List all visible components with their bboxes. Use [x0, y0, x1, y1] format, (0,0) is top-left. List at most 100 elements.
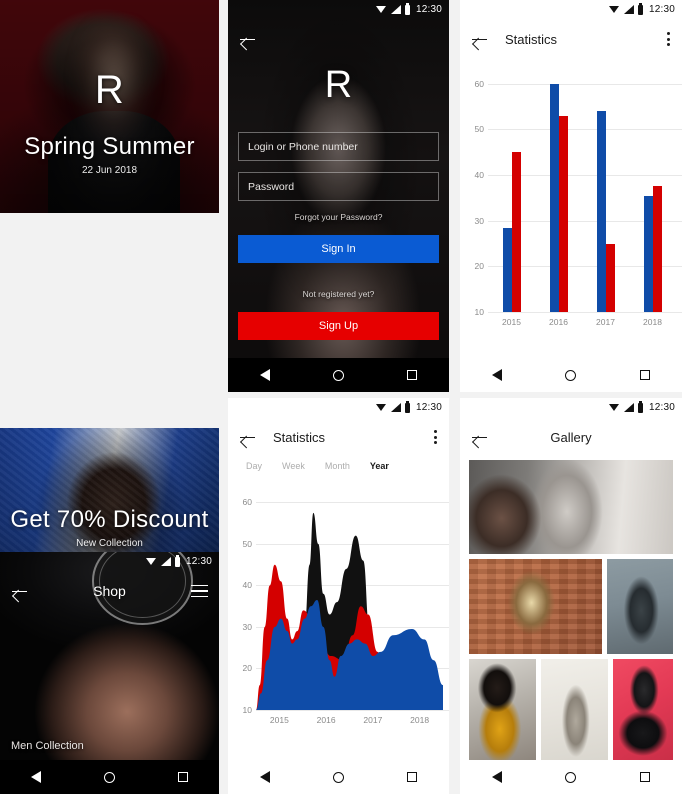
- tab-month[interactable]: Month: [315, 458, 360, 474]
- sign-in-button[interactable]: Sign In: [238, 235, 439, 263]
- app-bar-shop: Shop: [0, 571, 219, 611]
- status-time: 12:30: [185, 556, 212, 567]
- bar-blue-2017: [596, 111, 606, 312]
- back-arrow-icon[interactable]: [239, 31, 256, 48]
- signal-icon: [623, 5, 634, 14]
- wifi-icon: [608, 403, 620, 412]
- gallery-photo[interactable]: [469, 559, 602, 654]
- bar-red-2018: [652, 186, 662, 312]
- bar-red-2016: [558, 115, 568, 312]
- android-nav-bar: [460, 760, 682, 794]
- screenshot-board: R Spring Summer 22 Jun 2018 Get 70% Disc…: [0, 0, 682, 794]
- status-bar: 12:30: [228, 398, 449, 417]
- page-title: Statistics: [505, 31, 558, 47]
- page-title: Statistics: [273, 429, 326, 445]
- status-time: 12:30: [415, 402, 442, 413]
- grid-line: [256, 710, 449, 711]
- banner-subtitle: New Collection: [76, 538, 143, 549]
- status-time: 12:30: [648, 402, 675, 413]
- bar-red-2015: [511, 152, 521, 312]
- gallery-photo[interactable]: [607, 559, 673, 654]
- tab-week[interactable]: Week: [272, 458, 315, 474]
- nav-back-icon[interactable]: [31, 771, 42, 783]
- bar-chart-plot: 10 20 30 40 50 60 2015 2016 2017 2018: [460, 70, 682, 332]
- area-series-svg: [256, 512, 443, 710]
- nav-recents-icon[interactable]: [407, 772, 418, 782]
- back-arrow-icon[interactable]: [471, 31, 488, 48]
- range-tab-bar: Day Week Month Year: [236, 458, 399, 474]
- y-axis-tick-label: 20: [474, 261, 484, 272]
- android-nav-bar: [228, 358, 449, 392]
- nav-recents-icon[interactable]: [177, 772, 188, 782]
- nav-back-icon[interactable]: [259, 771, 270, 783]
- password-input-placeholder: Password: [248, 180, 295, 193]
- wifi-icon: [375, 5, 387, 14]
- bar-red-2017: [605, 243, 615, 312]
- bar-blue-2016: [549, 83, 559, 312]
- bar-blue-2018: [643, 195, 653, 312]
- y-axis-tick-label: 20: [242, 663, 252, 674]
- gallery-photo[interactable]: [469, 659, 536, 762]
- wifi-icon: [608, 5, 620, 14]
- gallery-row: [469, 659, 673, 762]
- page-title: Gallery: [550, 429, 592, 445]
- grid-line: [488, 129, 682, 131]
- y-axis-tick-label: 10: [242, 705, 252, 715]
- nav-home-icon[interactable]: [565, 771, 577, 783]
- y-axis-tick-label: 10: [474, 307, 484, 317]
- screen-login: 12:30 R Login or Phone number Password F…: [228, 0, 449, 392]
- banner-caption-discount: Get 70% Discount New Collection: [0, 506, 219, 549]
- gallery-photo[interactable]: [541, 659, 608, 762]
- overflow-menu-icon[interactable]: [434, 429, 438, 445]
- y-axis-tick-label: 50: [242, 538, 252, 549]
- nav-home-icon[interactable]: [332, 771, 344, 783]
- battery-icon: [404, 2, 410, 15]
- x-axis-tick-label: 2017: [596, 317, 615, 327]
- gallery-photo[interactable]: [613, 659, 673, 762]
- y-axis-tick-label: 50: [474, 124, 484, 135]
- nav-home-icon[interactable]: [332, 369, 344, 381]
- y-axis-tick-label: 60: [474, 78, 484, 89]
- battery-icon: [637, 400, 643, 413]
- screen-statistics-bar: 12:30 Statistics 10 20 30 40 50 60 2015 2016 201…: [460, 0, 682, 392]
- screen-statistics-area: 12:30 Statistics Day Week Month Year 10 20 30…: [228, 398, 449, 794]
- nav-back-icon[interactable]: [491, 771, 502, 783]
- tab-year[interactable]: Year: [360, 458, 399, 474]
- nav-recents-icon[interactable]: [640, 370, 651, 380]
- overflow-menu-icon[interactable]: [667, 31, 671, 47]
- area-chart-plot: 10 20 30 40 50 60 2015 2016 2017 2018: [228, 490, 449, 730]
- y-axis-tick-label: 60: [242, 497, 252, 508]
- gallery-row: [469, 559, 673, 654]
- gallery-photo[interactable]: [469, 460, 673, 554]
- signal-icon: [160, 557, 171, 566]
- app-bar-login: [228, 19, 449, 59]
- bar-blue-2015: [502, 227, 512, 312]
- nav-home-icon[interactable]: [565, 369, 577, 381]
- x-axis-tick-label: 2015: [502, 317, 521, 327]
- status-bar: 12:30: [460, 0, 682, 19]
- x-axis-tick-label: 2016: [316, 715, 336, 725]
- nav-home-icon[interactable]: [103, 771, 115, 783]
- login-input[interactable]: Login or Phone number: [238, 132, 439, 161]
- password-input[interactable]: Password: [238, 172, 439, 201]
- not-registered-label: Not registered yet?: [302, 289, 375, 299]
- tab-day[interactable]: Day: [236, 458, 272, 474]
- banner-card-spring-summer[interactable]: R Spring Summer 22 Jun 2018: [0, 0, 219, 213]
- back-arrow-icon[interactable]: [471, 429, 488, 446]
- app-bar-statistics: Statistics: [228, 417, 449, 457]
- nav-recents-icon[interactable]: [640, 772, 651, 782]
- status-bar: 12:30: [460, 398, 682, 417]
- grid-line: [488, 83, 682, 85]
- nav-back-icon[interactable]: [491, 369, 502, 381]
- gallery-row: [469, 460, 673, 554]
- back-arrow-icon[interactable]: [11, 583, 28, 600]
- banner-subtitle: 22 Jun 2018: [81, 165, 138, 176]
- hamburger-menu-icon[interactable]: [191, 584, 208, 598]
- back-arrow-icon[interactable]: [239, 429, 256, 446]
- y-axis-tick-label: 40: [242, 580, 252, 591]
- forgot-password-link[interactable]: Forgot your Password?: [238, 212, 439, 222]
- banner-logo-wrap: R: [0, 70, 219, 110]
- sign-up-button[interactable]: Sign Up: [238, 312, 439, 340]
- nav-back-icon[interactable]: [259, 369, 270, 381]
- nav-recents-icon[interactable]: [407, 370, 418, 380]
